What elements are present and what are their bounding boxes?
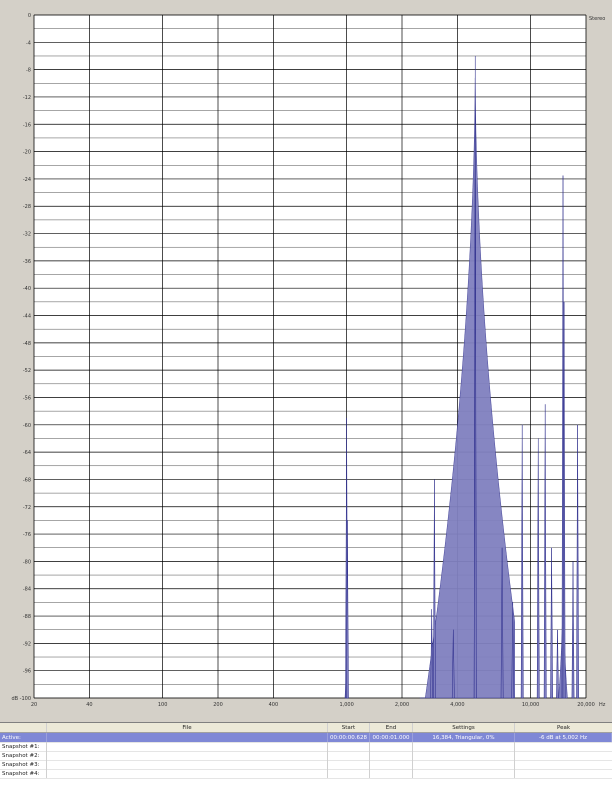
row-peak: -6 dB at 5,002 Hz	[515, 733, 612, 742]
row-settings	[413, 760, 515, 769]
row-label: Snapshot #4:	[0, 769, 47, 778]
x-axis-ticks: 20 40 100 200 400 1,000 2,000 4,000 10,000 20,000	[31, 702, 595, 708]
y-tick-label: -16	[23, 122, 31, 128]
y-tick-label: -84	[23, 587, 31, 593]
y-tick-label: -92	[23, 641, 31, 647]
y-tick-label: -80	[23, 559, 31, 565]
row-file	[47, 751, 328, 760]
row-peak	[515, 742, 612, 751]
y-tick-label: -8	[26, 68, 31, 74]
row-peak	[515, 760, 612, 769]
row-settings	[413, 769, 515, 778]
y-tick-label: -72	[23, 505, 31, 511]
y-tick-label: -68	[23, 477, 31, 483]
y-tick-label: -20	[23, 150, 31, 156]
header-start[interactable]: Start	[328, 723, 370, 732]
x-tick-label: 400	[269, 702, 279, 708]
y-tick-label: -88	[23, 614, 31, 620]
x-tick-label: 4,000	[450, 702, 464, 708]
row-end	[370, 751, 413, 760]
stereo-label: Stereo	[589, 16, 605, 22]
row-start	[328, 769, 370, 778]
y-tick-label: -56	[23, 395, 31, 401]
row-peak	[515, 769, 612, 778]
header-file[interactable]: File	[47, 723, 328, 732]
x-tick-label: 40	[86, 702, 92, 708]
row-file	[47, 769, 328, 778]
y-tick-label: -12	[23, 95, 31, 101]
y-tick-label: -76	[23, 532, 31, 538]
row-end	[370, 742, 413, 751]
y-tick-label: dB -100	[11, 696, 31, 702]
y-tick-label: -28	[23, 204, 31, 210]
header-peak[interactable]: Peak	[515, 723, 612, 732]
row-file	[47, 733, 328, 742]
header-label	[0, 723, 47, 732]
row-settings	[413, 742, 515, 751]
row-end: 00:00:01.000	[370, 733, 413, 742]
y-tick-label: -52	[23, 368, 31, 374]
header-settings[interactable]: Settings	[413, 723, 515, 732]
row-start	[328, 751, 370, 760]
y-tick-label: -24	[23, 177, 31, 183]
row-end	[370, 769, 413, 778]
table-row[interactable]: Snapshot #4:	[0, 769, 612, 779]
snapshot-table[interactable]: File Start End Settings Peak Active: 00:…	[0, 722, 612, 793]
header-end[interactable]: End	[370, 723, 413, 732]
row-start	[328, 760, 370, 769]
y-tick-label: -60	[23, 423, 31, 429]
y-tick-label: -64	[23, 450, 31, 456]
x-tick-label: 20,000	[577, 702, 595, 708]
x-tick-label: 100	[158, 702, 168, 708]
y-tick-label: -44	[23, 314, 31, 320]
y-tick-label: -36	[23, 259, 31, 265]
x-unit-label: Hz	[599, 702, 606, 708]
row-label: Active:	[0, 733, 47, 742]
x-tick-label: 20	[31, 702, 37, 708]
y-tick-label: 0	[28, 13, 31, 19]
row-peak	[515, 751, 612, 760]
x-tick-label: 1,000	[339, 702, 353, 708]
row-start	[328, 742, 370, 751]
y-tick-label: -4	[26, 40, 31, 46]
row-file	[47, 760, 328, 769]
row-start: 00:00:00.628	[328, 733, 370, 742]
row-settings: 16,384, Triangular, 0%	[413, 733, 515, 742]
y-tick-label: -40	[23, 286, 31, 292]
y-tick-label: -32	[23, 232, 31, 238]
y-tick-label: -48	[23, 341, 31, 347]
row-label: Snapshot #1:	[0, 742, 47, 751]
spectrum-chart[interactable]: 0 -4 -8 -12 -16 -20 -24 -28 -32 -36 -40 -44 -48 -52 -5…	[0, 0, 612, 720]
table-header: File Start End Settings Peak	[0, 723, 612, 733]
row-file	[47, 742, 328, 751]
y-tick-label: -96	[23, 669, 31, 675]
x-tick-label: 10,000	[522, 702, 540, 708]
row-end	[370, 760, 413, 769]
x-tick-label: 2,000	[395, 702, 409, 708]
y-axis-ticks: 0 -4 -8 -12 -16 -20 -24 -28 -32 -36 -40 -44 -48 -52 -5…	[11, 13, 31, 702]
row-label: Snapshot #2:	[0, 751, 47, 760]
x-tick-label: 200	[213, 702, 223, 708]
spectrum-svg[interactable]: 0 -4 -8 -12 -16 -20 -24 -28 -32 -36 -40 -44 -48 -52 -5…	[0, 0, 612, 720]
row-label: Snapshot #3:	[0, 760, 47, 769]
row-settings	[413, 751, 515, 760]
